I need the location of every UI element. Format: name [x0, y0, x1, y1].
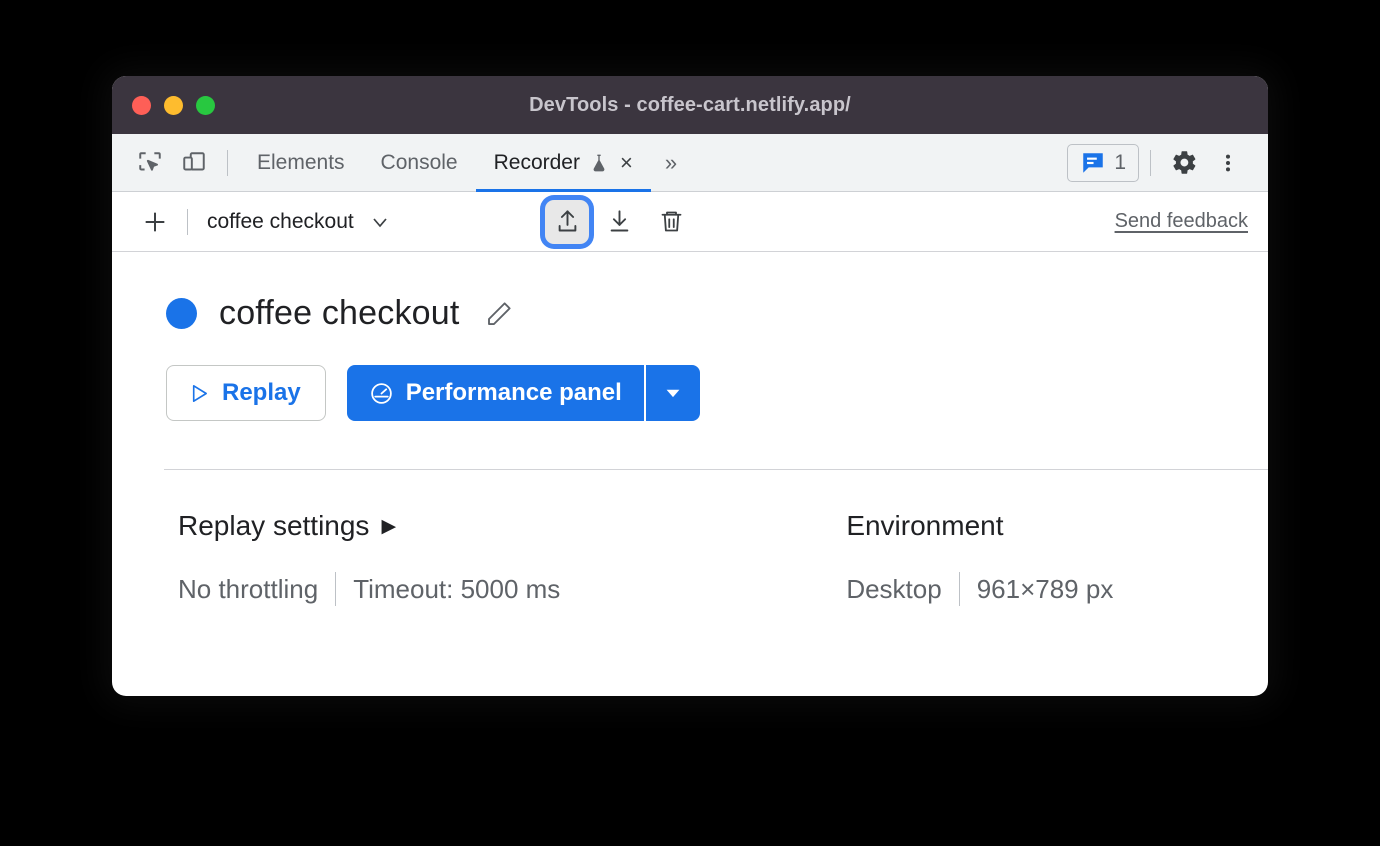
environment-heading-row: Environment	[846, 510, 1113, 542]
performance-panel-dropdown[interactable]	[643, 365, 700, 421]
performance-panel-split-button: Performance panel	[346, 365, 700, 421]
device-toolbar-icon[interactable]	[172, 143, 216, 183]
value-separator	[958, 572, 960, 606]
inspect-element-icon[interactable]	[128, 143, 172, 183]
settings-section: Replay settings ▶ No throttling Timeout:…	[112, 470, 1268, 606]
issues-counter-button[interactable]: 1	[1067, 143, 1139, 182]
window-titlebar: DevTools - coffee-cart.netlify.app/	[112, 76, 1268, 134]
add-recording-button[interactable]	[134, 201, 176, 243]
recording-selector-value: coffee checkout	[207, 209, 354, 233]
tab-recorder[interactable]: Recorder ×	[475, 134, 652, 193]
performance-panel-label: Performance panel	[405, 379, 622, 406]
tabbar-divider	[227, 149, 228, 176]
devtools-window: DevTools - coffee-cart.netlify.app/ Elem…	[112, 76, 1268, 696]
environment-heading: Environment	[846, 510, 1004, 541]
traffic-lights	[132, 95, 215, 115]
environment-group: Environment Desktop 961×789 px	[846, 510, 1113, 606]
replay-button[interactable]: Replay	[166, 365, 326, 421]
issues-count: 1	[1114, 150, 1126, 174]
maximize-window-button[interactable]	[196, 95, 215, 115]
value-separator	[335, 572, 337, 606]
recorder-toolbar: coffee checkout Send feedback	[112, 192, 1268, 252]
issues-message-icon	[1080, 150, 1106, 176]
tabbar-divider-right	[1150, 149, 1151, 176]
environment-device: Desktop	[846, 573, 942, 604]
tab-console-label: Console	[380, 150, 458, 174]
performance-gauge-icon	[369, 381, 394, 406]
play-triangle-icon	[187, 382, 210, 405]
toolbar-divider	[187, 208, 188, 235]
performance-panel-button[interactable]: Performance panel	[346, 365, 644, 421]
experiment-flask-icon	[589, 152, 609, 174]
replay-button-label: Replay	[222, 379, 301, 406]
recording-title: coffee checkout	[219, 294, 460, 332]
tab-elements[interactable]: Elements	[239, 134, 363, 192]
import-recording-button[interactable]	[597, 200, 641, 244]
expand-triangle-icon: ▶	[381, 515, 397, 537]
devtools-tabbar: Elements Console Recorder × » 1	[112, 134, 1268, 193]
recording-title-row: coffee checkout	[164, 294, 1268, 333]
export-recording-button[interactable]	[545, 199, 589, 244]
send-feedback-link[interactable]: Send feedback	[1115, 210, 1248, 233]
tab-console[interactable]: Console	[363, 134, 476, 192]
recording-selector[interactable]: coffee checkout	[207, 210, 537, 234]
throttling-value: No throttling	[178, 573, 319, 604]
environment-viewport: 961×789 px	[976, 573, 1114, 604]
tab-recorder-label: Recorder	[493, 150, 580, 174]
screenshot-stage: DevTools - coffee-cart.netlify.app/ Elem…	[0, 0, 1380, 846]
replay-settings-heading: Replay settings	[178, 510, 370, 541]
recorder-body: coffee checkout Replay Performance panel…	[112, 252, 1268, 606]
close-window-button[interactable]	[132, 95, 151, 115]
gear-icon[interactable]	[1162, 143, 1206, 183]
delete-recording-button[interactable]	[649, 200, 693, 244]
window-title: DevTools - coffee-cart.netlify.app/	[529, 93, 851, 116]
timeout-value: Timeout: 5000 ms	[353, 573, 561, 604]
replay-settings-values: No throttling Timeout: 5000 ms	[178, 572, 560, 606]
more-tabs-icon[interactable]: »	[651, 150, 689, 176]
pencil-icon[interactable]	[484, 299, 514, 329]
environment-values: Desktop 961×789 px	[846, 572, 1113, 606]
chevron-down-icon	[368, 210, 392, 234]
replay-settings-toggle[interactable]: Replay settings ▶	[178, 510, 560, 542]
recording-actions: Replay Performance panel	[166, 365, 1268, 421]
tab-elements-label: Elements	[257, 150, 345, 174]
more-vertical-icon[interactable]	[1206, 143, 1250, 183]
replay-settings-group: Replay settings ▶ No throttling Timeout:…	[178, 510, 560, 606]
recording-status-dot	[166, 298, 197, 329]
recording-header: coffee checkout Replay Performance panel	[112, 252, 1268, 470]
close-icon[interactable]: ×	[620, 151, 633, 174]
minimize-window-button[interactable]	[164, 95, 183, 115]
